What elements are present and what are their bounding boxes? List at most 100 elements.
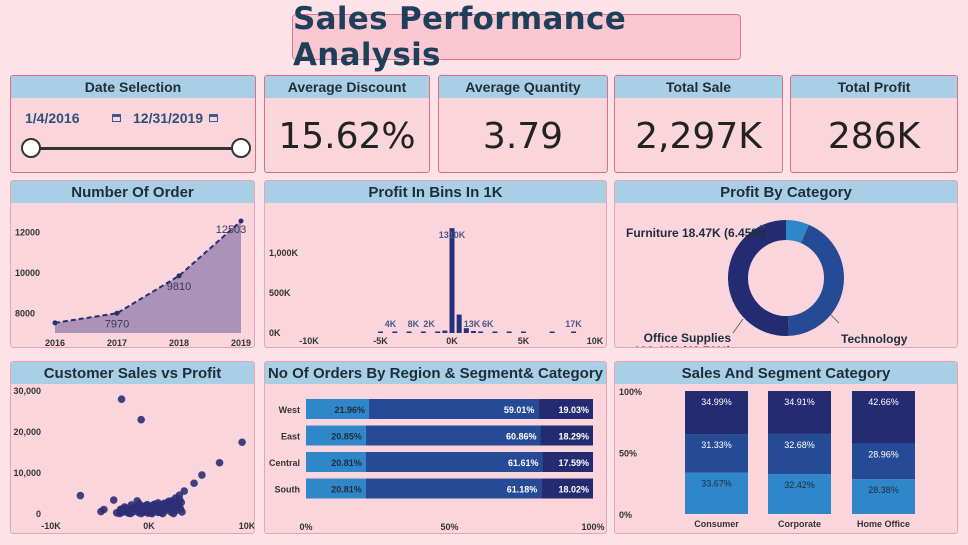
end-date-field[interactable]: 12/31/2019 xyxy=(133,110,219,126)
dashboard-title: Sales Performance Analysis xyxy=(293,1,627,73)
label-leader-line xyxy=(830,314,840,324)
profit-by-category-title: Profit By Category xyxy=(615,181,957,203)
date-selection-card: Date Selection 1/4/2016 12/31/2019 xyxy=(10,75,256,173)
order-point xyxy=(176,273,182,279)
order-data-label: 12503 xyxy=(216,224,247,236)
profit-bin-bar xyxy=(571,331,577,333)
x-tick-label: Corporate xyxy=(778,519,821,529)
region-label: South xyxy=(275,485,301,495)
total-sale-value: 2,297K xyxy=(635,116,762,157)
customer-point xyxy=(109,496,118,504)
calendar-icon[interactable] xyxy=(111,114,121,122)
profit-bin-bar xyxy=(456,314,462,333)
bin-data-label: 13K xyxy=(464,319,481,329)
customer-point xyxy=(198,471,206,479)
x-tick-label: 0K xyxy=(143,521,155,531)
segment-data-label: 59.01% xyxy=(504,405,535,415)
category-label: Technology xyxy=(841,332,908,346)
profit-bin-bar xyxy=(378,331,383,333)
segment-data-label: 42.66% xyxy=(868,397,899,407)
average-quantity-title: Average Quantity xyxy=(439,76,607,98)
segment-data-label: 20.81% xyxy=(331,458,362,468)
segment-data-label: 17.59% xyxy=(558,458,589,468)
segment-data-label: 60.86% xyxy=(506,432,537,442)
x-tick-label: 10K xyxy=(239,521,255,531)
end-date-value: 12/31/2019 xyxy=(133,110,204,126)
y-tick-label: 0 xyxy=(36,509,41,519)
bin-data-label: 2K xyxy=(423,319,435,329)
profit-bin-bar xyxy=(392,331,398,333)
region-label: West xyxy=(279,405,300,415)
bin-data-label: 6K xyxy=(482,319,494,329)
segment-data-label: 33.67% xyxy=(701,479,732,489)
customer-point xyxy=(116,507,125,516)
customer-point xyxy=(143,500,152,509)
average-quantity-card: Average Quantity 3.79 xyxy=(438,75,608,173)
x-tick-label: 2017 xyxy=(107,338,127,348)
profit-bin-bar xyxy=(521,331,526,333)
segment-data-label: 20.81% xyxy=(331,485,362,495)
x-tick-label: 0% xyxy=(299,522,312,532)
profit-bin-bar xyxy=(435,331,441,333)
customer-point xyxy=(153,503,162,512)
order-area xyxy=(55,221,241,333)
start-date-field[interactable]: 1/4/2016 xyxy=(25,110,121,126)
y-tick-label: 10000 xyxy=(15,268,40,278)
bin-data-label: 1310K xyxy=(439,230,466,240)
total-profit-title: Total Profit xyxy=(791,76,957,98)
dashboard-title-box: Sales Performance Analysis xyxy=(292,1,741,73)
profit-bins-title: Profit In Bins In 1K xyxy=(265,181,606,203)
x-tick-label: 2019 xyxy=(231,338,251,348)
y-tick-label: 500K xyxy=(269,288,291,298)
bin-data-label: 4K xyxy=(385,319,397,329)
segment-data-label: 32.68% xyxy=(784,440,815,450)
segment-data-label: 61.18% xyxy=(507,485,538,495)
bin-data-label: 8K xyxy=(408,319,420,329)
average-discount-value: 15.62% xyxy=(278,116,416,157)
x-tick-label: 100% xyxy=(581,522,604,532)
customer-point xyxy=(97,507,105,516)
order-point xyxy=(114,310,120,316)
label-leader-line xyxy=(732,318,744,334)
region-label: East xyxy=(281,432,300,442)
date-range-end-handle[interactable] xyxy=(231,138,251,158)
customer-sales-profit-chart: 0 10,000 20,000 30,000 -10K 0K 10K xyxy=(13,386,255,531)
total-profit-value: 286K xyxy=(827,116,921,157)
sales-segment-category-chart: 33.67% 31.33% 34.99% Consumer 32.42% 32.68% 34… xyxy=(619,387,915,529)
y-tick-label: 50% xyxy=(619,449,637,459)
date-range-slider-track[interactable] xyxy=(31,147,239,150)
order-point xyxy=(238,218,244,224)
segment-data-label: 21.96% xyxy=(334,405,365,415)
sales-segment-category-title: Sales And Segment Category xyxy=(615,362,957,384)
y-tick-label: 8000 xyxy=(15,309,35,319)
order-data-label: 7970 xyxy=(105,318,129,330)
customer-point xyxy=(170,503,179,512)
profit-bin-bar xyxy=(420,331,426,333)
x-tick-label: -10K xyxy=(299,336,319,346)
customer-point xyxy=(190,479,198,488)
number-of-order-title: Number Of Order xyxy=(11,181,254,203)
y-tick-label: 30,000 xyxy=(13,386,41,396)
x-tick-label: -10K xyxy=(41,521,61,531)
segment-data-label: 18.29% xyxy=(558,432,589,442)
calendar-icon[interactable] xyxy=(209,114,219,122)
order-data-label: 9810 xyxy=(167,281,191,293)
order-point xyxy=(52,320,58,326)
date-selection-title: Date Selection xyxy=(11,76,255,98)
y-tick-label: 20,000 xyxy=(13,427,41,437)
segment-data-label: 32.42% xyxy=(784,480,815,490)
y-tick-label: 1,000K xyxy=(269,248,299,258)
date-range-start-handle[interactable] xyxy=(21,138,41,158)
profit-by-category-panel: Profit By Category Furniture 18.47K (6.4… xyxy=(614,180,958,348)
profit-bin-bar xyxy=(406,331,412,333)
customer-point xyxy=(177,498,186,507)
profit-bin-bar xyxy=(506,331,512,333)
sales-segment-category-panel: Sales And Segment Category 33.67% 31.33% 3… xyxy=(614,361,958,534)
segment-data-label: 34.99% xyxy=(701,397,732,407)
profit-bin-bar xyxy=(492,331,498,333)
customer-point xyxy=(137,415,145,424)
customer-sales-profit-title: Customer Sales vs Profit xyxy=(11,362,254,384)
average-quantity-value: 3.79 xyxy=(482,116,564,157)
profit-bin-bar xyxy=(449,228,455,333)
total-sale-title: Total Sale xyxy=(615,76,782,98)
